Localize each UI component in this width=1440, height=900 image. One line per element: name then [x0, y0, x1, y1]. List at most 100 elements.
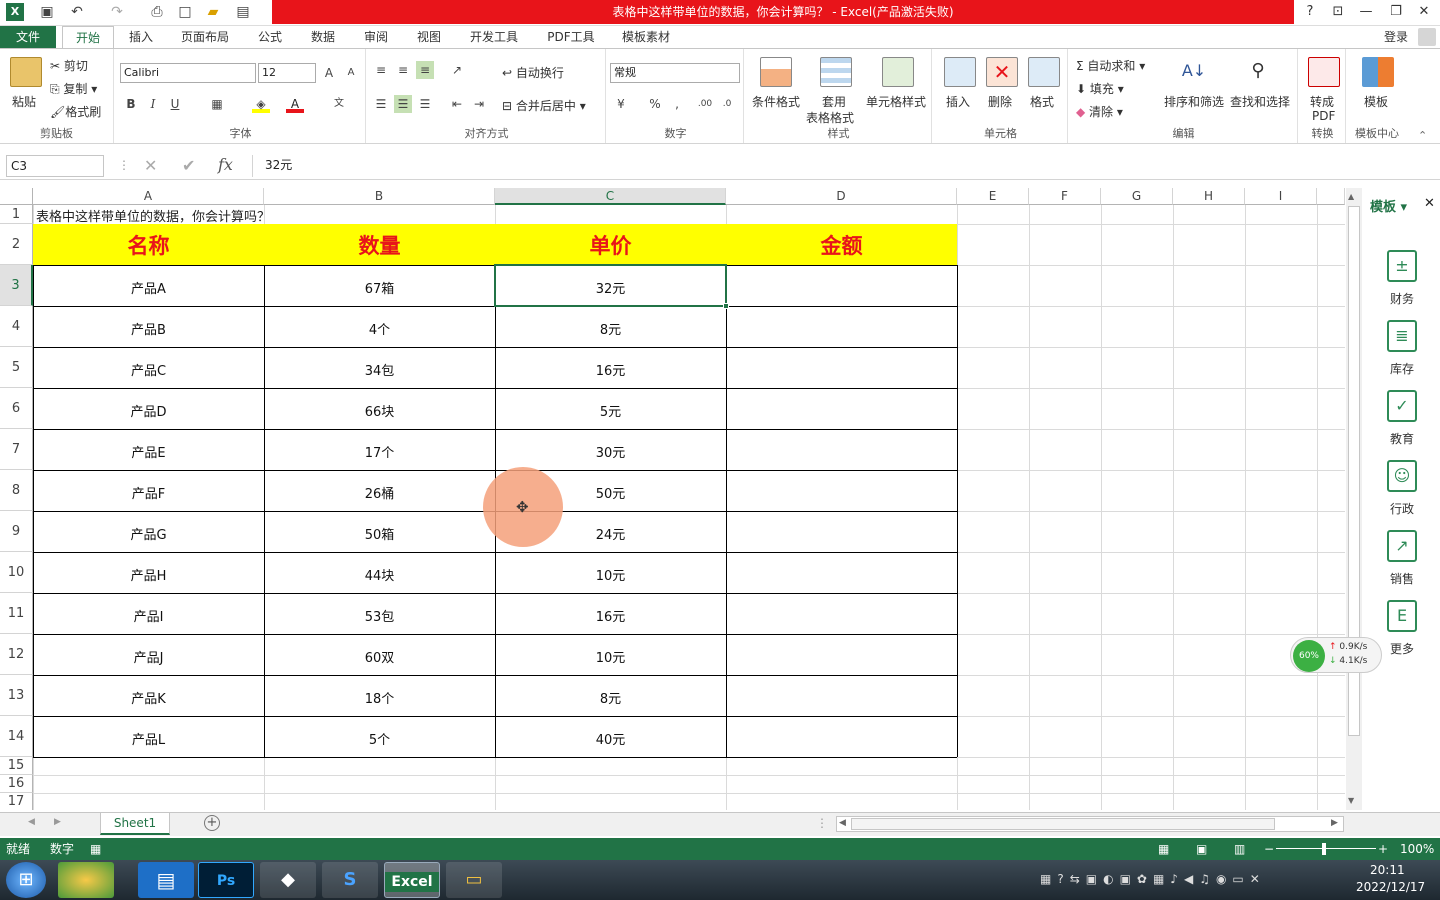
restore-button[interactable]: ❐: [1384, 2, 1408, 22]
cell-amount[interactable]: [726, 716, 957, 757]
convert-pdf-button[interactable]: 转成: [1310, 93, 1334, 110]
column-header-j[interactable]: [1317, 188, 1345, 205]
cell-name[interactable]: 产品B: [33, 306, 264, 347]
cut-button[interactable]: ✂ 剪切: [50, 57, 88, 74]
cell-a1-title[interactable]: 表格中这样带单位的数据，你会计算吗？: [36, 206, 270, 225]
comma-icon[interactable]: ,: [668, 95, 686, 113]
cell-unit-price[interactable]: 40元: [495, 716, 726, 757]
conditional-format-button[interactable]: 条件格式: [752, 93, 800, 110]
delete-cells-button[interactable]: 删除: [988, 93, 1012, 110]
template-inventory[interactable]: ≣ 库存: [1386, 320, 1418, 380]
row-header-7[interactable]: 7: [0, 429, 33, 470]
close-pane-icon[interactable]: ✕: [1424, 196, 1435, 211]
decrease-decimal-icon[interactable]: .0: [718, 95, 736, 113]
customize-icon[interactable]: ▤: [234, 3, 252, 21]
template-finance[interactable]: ± 财务: [1386, 250, 1418, 310]
cell-unit-price[interactable]: 10元: [495, 634, 726, 675]
cell-amount[interactable]: [726, 634, 957, 675]
close-button[interactable]: ✕: [1412, 2, 1436, 22]
vertical-scrollbar[interactable]: ▲ ▼: [1346, 188, 1362, 810]
prev-sheet-icon[interactable]: ◀: [28, 817, 35, 827]
macro-record-icon[interactable]: ▦: [90, 838, 101, 860]
column-header-b[interactable]: B: [264, 188, 495, 205]
template-more[interactable]: E 更多: [1386, 600, 1418, 660]
zoom-slider-thumb[interactable]: [1322, 843, 1326, 855]
network-speed-widget[interactable]: 60% ↑ 0.9K/s ↓ 4.1K/s: [1290, 637, 1382, 673]
cell-amount[interactable]: [726, 675, 957, 716]
tab-home[interactable]: 开始: [62, 26, 114, 48]
tab-page-layout[interactable]: 页面布局: [172, 26, 238, 48]
column-header-a[interactable]: A: [33, 188, 264, 205]
decrease-indent-icon[interactable]: ⇤: [448, 95, 466, 113]
autosum-button[interactable]: Σ 自动求和 ▾: [1076, 57, 1145, 74]
align-top-icon[interactable]: ≡: [372, 61, 390, 79]
cell-quantity[interactable]: 66块: [264, 388, 495, 429]
orientation-icon[interactable]: ↗: [448, 61, 466, 79]
paste-icon[interactable]: [10, 57, 42, 87]
number-format-select[interactable]: 常规: [610, 63, 740, 83]
row-header-17[interactable]: 17: [0, 793, 33, 810]
system-tray-icons[interactable]: ▦?⇆▣◐▣✿▦♪◀♫◉▭✕: [1040, 872, 1266, 886]
underline-button[interactable]: U: [166, 95, 184, 113]
increase-decimal-icon[interactable]: .00: [696, 95, 714, 113]
insert-cells-icon[interactable]: [944, 57, 976, 87]
row-header-13[interactable]: 13: [0, 675, 33, 716]
page-layout-view-icon[interactable]: ▣: [1196, 838, 1207, 860]
cell-quantity[interactable]: 50箱: [264, 511, 495, 552]
cell-amount[interactable]: [726, 470, 957, 511]
insert-cells-button[interactable]: 插入: [946, 93, 970, 110]
column-header-e[interactable]: E: [957, 188, 1029, 205]
align-bottom-icon[interactable]: ≡: [416, 61, 434, 79]
template-pane-title[interactable]: 模板 ▾: [1370, 196, 1407, 215]
tab-formulas[interactable]: 公式: [248, 26, 292, 48]
zoom-in-icon[interactable]: +: [1378, 838, 1388, 860]
tab-templates[interactable]: 模板素材: [614, 26, 678, 48]
row-header-16[interactable]: 16: [0, 775, 33, 793]
collapse-ribbon-icon[interactable]: ⌃: [1418, 129, 1427, 142]
tab-data[interactable]: 数据: [302, 26, 344, 48]
align-center-icon[interactable]: ☰: [394, 95, 412, 113]
align-middle-icon[interactable]: ≡: [394, 61, 412, 79]
conditional-format-icon[interactable]: [760, 57, 792, 87]
align-left-icon[interactable]: ☰: [372, 95, 390, 113]
cell-amount[interactable]: [726, 388, 957, 429]
increase-indent-icon[interactable]: ⇥: [470, 95, 488, 113]
tab-pdf-tools[interactable]: PDF工具: [538, 26, 604, 48]
phonetic-icon[interactable]: 文: [330, 95, 348, 113]
scroll-down-icon[interactable]: ▼: [1348, 796, 1354, 805]
bold-button[interactable]: B: [122, 95, 140, 113]
cell-unit-price[interactable]: 16元: [495, 593, 726, 634]
page-break-view-icon[interactable]: ▥: [1234, 838, 1245, 860]
cell-quantity[interactable]: 4个: [264, 306, 495, 347]
enter-icon[interactable]: ✔: [182, 156, 195, 175]
template-sales[interactable]: ↗ 销售: [1386, 530, 1418, 590]
taskbar-app-sogou-icon[interactable]: S: [322, 862, 378, 898]
row-header-12[interactable]: 12: [0, 634, 33, 675]
taskbar-app-photoshop-icon[interactable]: Ps: [198, 862, 254, 898]
font-name-select[interactable]: Calibri: [120, 63, 256, 83]
row-header-11[interactable]: 11: [0, 593, 33, 634]
zoom-out-icon[interactable]: −: [1264, 838, 1274, 860]
cell-quantity[interactable]: 17个: [264, 429, 495, 470]
undo-icon[interactable]: ↶: [68, 3, 86, 21]
sort-filter-icon[interactable]: A↓: [1178, 57, 1210, 87]
print-preview-icon[interactable]: ⎙: [148, 3, 166, 21]
header-name[interactable]: 名称: [33, 224, 264, 265]
column-header-d[interactable]: D: [726, 188, 957, 205]
cell-name[interactable]: 产品F: [33, 470, 264, 511]
user-avatar-icon[interactable]: [1418, 28, 1436, 46]
tab-file[interactable]: 文件: [0, 26, 56, 48]
spreadsheet-grid[interactable]: A B C D E F G H I 1 2 3 4 5 6 7 8 9 10 1…: [0, 188, 1345, 810]
font-color-icon[interactable]: A: [286, 95, 304, 113]
new-file-icon[interactable]: □: [176, 3, 194, 21]
tab-split-handle[interactable]: ⋮: [816, 816, 828, 830]
wrap-text-button[interactable]: ↩ 自动换行: [502, 64, 564, 81]
tab-developer[interactable]: 开发工具: [462, 26, 526, 48]
start-button-icon[interactable]: ⊞: [6, 862, 46, 898]
column-header-i[interactable]: I: [1245, 188, 1317, 205]
format-cells-icon[interactable]: [1028, 57, 1060, 87]
cell-name[interactable]: 产品G: [33, 511, 264, 552]
clock-time[interactable]: 20:11: [1370, 863, 1405, 877]
fill-button[interactable]: ⬇ 填充 ▾: [1076, 80, 1124, 97]
row-header-15[interactable]: 15: [0, 757, 33, 775]
